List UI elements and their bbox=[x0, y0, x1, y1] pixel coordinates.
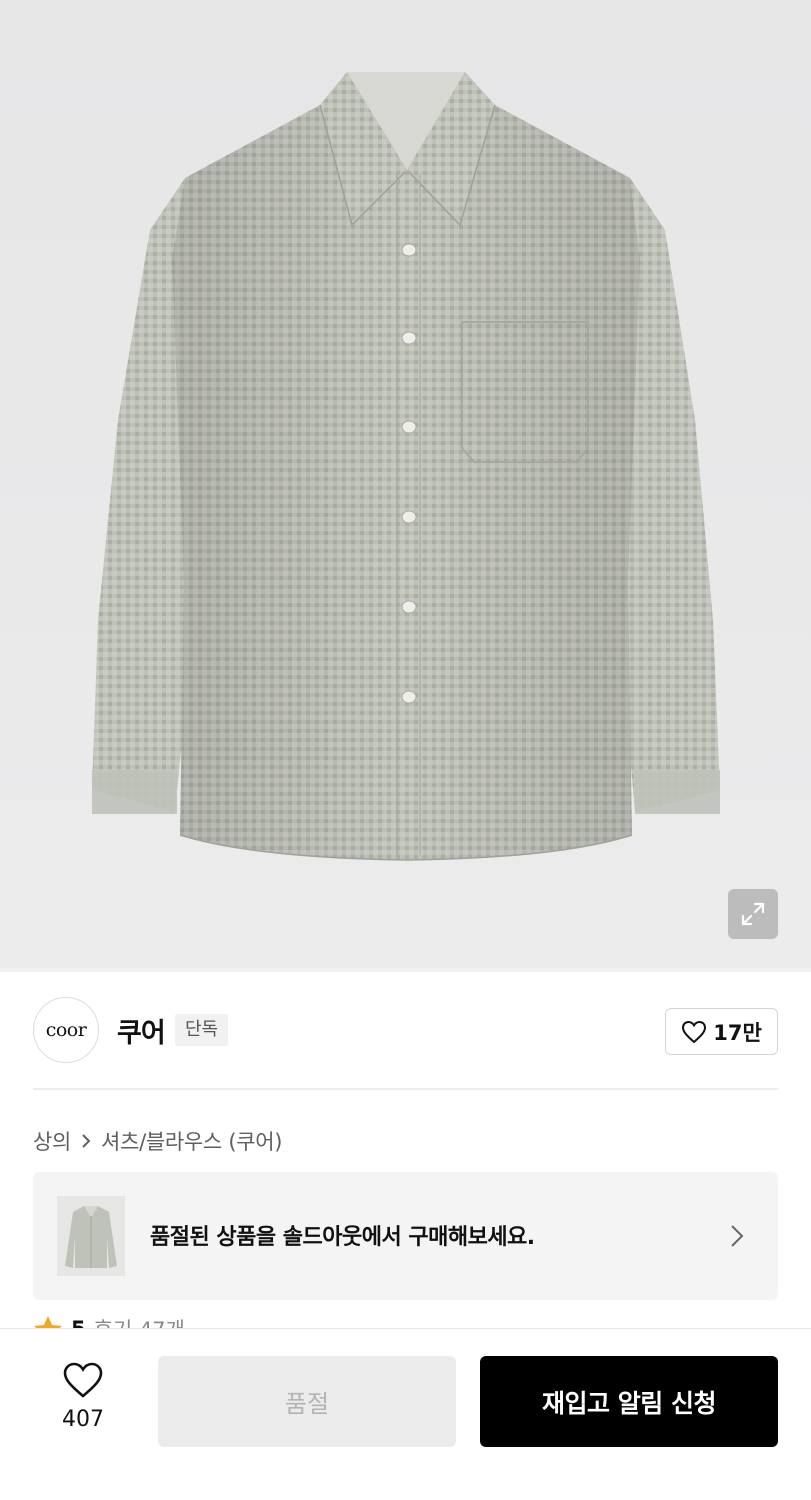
brand-logo[interactable]: coor bbox=[33, 997, 99, 1063]
product-image[interactable] bbox=[0, 0, 811, 968]
breadcrumb: 상의 셔츠/블라우스 (쿠어) bbox=[33, 1126, 282, 1156]
chevron-right-icon bbox=[82, 1134, 91, 1148]
divider bbox=[33, 1088, 778, 1090]
heart-outline-icon bbox=[682, 1020, 707, 1043]
expand-image-button[interactable] bbox=[728, 889, 778, 939]
bottom-action-bar: 407 품절 재입고 알림 신청 bbox=[0, 1328, 811, 1500]
chevron-right-icon bbox=[731, 1225, 744, 1247]
breadcrumb-category[interactable]: 상의 bbox=[33, 1126, 71, 1156]
brand-row: coor 쿠어 단독 17만 bbox=[33, 997, 778, 1063]
brand-name[interactable]: 쿠어 bbox=[117, 1011, 166, 1050]
shirt-illustration bbox=[92, 72, 720, 861]
soldout-thumbnail bbox=[57, 1196, 125, 1276]
soldout-banner-text: 품절된 상품을 솔드아웃에서 구매해보세요. bbox=[150, 1225, 535, 1250]
restock-alert-button[interactable]: 재입고 알림 신청 bbox=[480, 1356, 778, 1447]
hero-divider bbox=[0, 968, 811, 972]
exclusive-badge: 단독 bbox=[175, 1014, 229, 1046]
brand-like-button[interactable]: 17만 bbox=[665, 1008, 778, 1055]
wishlist-button[interactable]: 407 bbox=[44, 1361, 122, 1432]
shirt-thumbnail bbox=[57, 1196, 125, 1276]
soldout-button: 품절 bbox=[158, 1356, 456, 1447]
soldout-banner[interactable]: 품절된 상품을 솔드아웃에서 구매해보세요. bbox=[33, 1172, 778, 1300]
expand-arrows-icon bbox=[741, 902, 765, 926]
breadcrumb-subcategory[interactable]: 셔츠/블라우스 (쿠어) bbox=[101, 1126, 282, 1156]
wishlist-count: 407 bbox=[62, 1407, 104, 1432]
heart-outline-icon bbox=[63, 1362, 103, 1398]
brand-like-count: 17만 bbox=[713, 1020, 762, 1045]
